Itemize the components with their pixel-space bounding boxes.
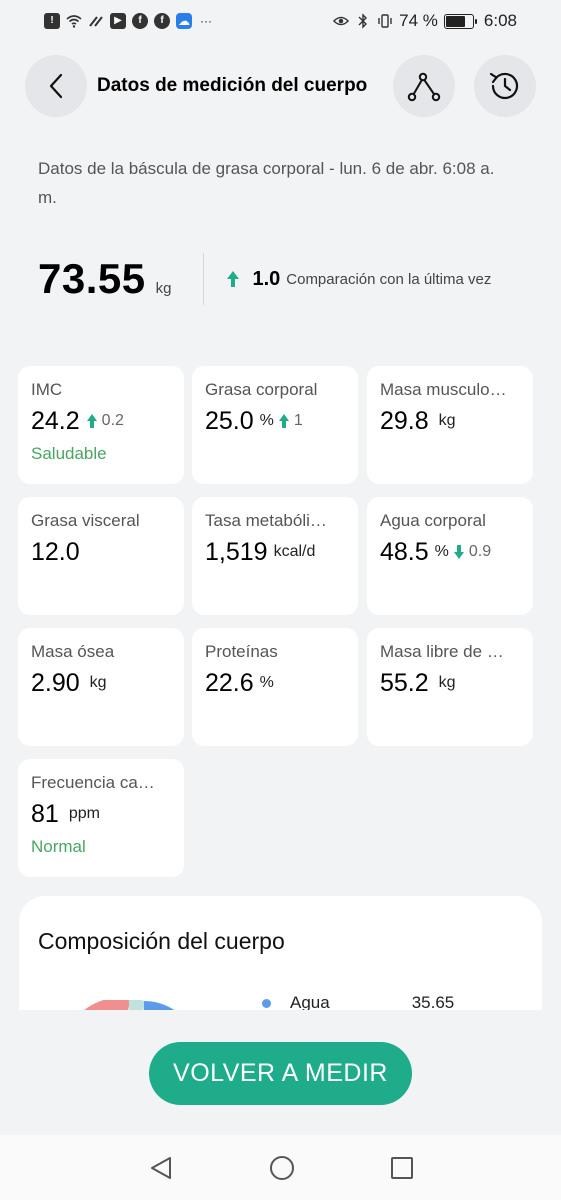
bluetooth-icon [355, 13, 371, 29]
metric-value: 2.90 [31, 668, 80, 697]
metric-label: Agua corporal [380, 511, 486, 530]
battery-icon [443, 13, 477, 29]
eye-icon [333, 13, 350, 29]
metric-label: Grasa visceral [31, 511, 140, 530]
history-icon [489, 72, 519, 100]
wifi-icon [66, 13, 82, 29]
metric-delta: 0.2 [86, 412, 124, 430]
trend-icon [407, 72, 441, 102]
metric-unit: kg [89, 674, 107, 691]
metric-label: Frecuencia ca… [31, 773, 155, 792]
arrow-up-icon [278, 414, 289, 428]
metric-card-bone-mass[interactable]: Masa ósea 2.90 kg [18, 628, 184, 746]
arrow-up-icon [86, 414, 97, 428]
arrow-up-icon [227, 271, 240, 287]
header: Datos de medición del cuerpo [25, 55, 536, 117]
metric-delta: 1 [278, 412, 303, 430]
weight-change: 1.0 [252, 267, 281, 290]
metric-label: Proteínas [205, 642, 278, 661]
page-title: Datos de medición del cuerpo [97, 75, 368, 96]
metric-unit: ppm [68, 805, 100, 822]
battery-percent: 74 % [399, 11, 438, 30]
weight-summary: 73.55 kg 1.0 Comparación con la última v… [38, 252, 538, 306]
metric-value: 24.2 [31, 406, 80, 435]
metric-status: Saludable [31, 444, 107, 463]
weight-value: 73.55 [38, 255, 146, 302]
metric-label: Grasa corporal [205, 380, 318, 399]
alert-icon: ! [44, 13, 60, 29]
facebook-icon: f [132, 13, 148, 29]
metric-value: 25.0 [205, 406, 254, 435]
metric-card-muscle-mass[interactable]: Masa musculo… 29.8 kg [367, 366, 533, 484]
metric-unit: kcal/d [273, 543, 316, 560]
metric-card-body-fat[interactable]: Grasa corporal 25.0 % 1 [192, 366, 358, 484]
metric-value: 81 [31, 799, 59, 828]
cloud-icon: ☁ [176, 13, 192, 29]
clock: 6:08 [483, 11, 517, 30]
divider [203, 253, 205, 305]
metric-value: 1,519 [205, 537, 268, 566]
metric-label: Tasa metabóli… [205, 511, 327, 530]
metric-card-protein[interactable]: Proteínas 22.6 % [192, 628, 358, 746]
metric-value: 12.0 [31, 537, 80, 566]
status-bar: ! ▶ f f ☁ ··· 74 % 6:08 [0, 0, 561, 42]
system-nav-bar [0, 1135, 561, 1200]
bottom-action-area: VOLVER A MEDIR [0, 1010, 561, 1135]
metric-card-fat-free-mass[interactable]: Masa libre de … 55.2 kg [367, 628, 533, 746]
more-icon: ··· [200, 14, 212, 28]
metric-value: 48.5 [380, 537, 429, 566]
circle-home-icon[interactable] [269, 1155, 295, 1181]
battery-level [445, 15, 466, 27]
chevron-left-icon [49, 73, 63, 99]
metric-status: Normal [31, 837, 86, 856]
section-title: Composición del cuerpo [38, 928, 285, 954]
metric-label: IMC [31, 380, 63, 399]
legend-dot [262, 998, 271, 1008]
facebook-icon: f [154, 13, 170, 29]
metric-label: Masa ósea [31, 642, 115, 661]
weight-unit: kg [155, 279, 172, 297]
metric-card-imc[interactable]: IMC 24.2 0.2 Saludable [18, 366, 184, 484]
weight-change-label: Comparación con la última vez [286, 270, 492, 288]
metric-value: 29.8 [380, 406, 429, 435]
metric-delta: 0.9 [453, 543, 491, 561]
delta-value: 1 [293, 412, 303, 429]
link-icon [88, 13, 104, 29]
status-icons-right: 74 % 6:08 [333, 11, 517, 31]
metric-unit: % [259, 412, 274, 429]
measure-again-button[interactable]: VOLVER A MEDIR [149, 1042, 412, 1105]
metric-value: 55.2 [380, 668, 429, 697]
metric-value: 22.6 [205, 668, 254, 697]
metric-unit: kg [438, 674, 456, 691]
back-button[interactable] [25, 55, 87, 117]
metric-label: Masa libre de … [380, 642, 504, 661]
metric-label: Masa musculo… [380, 380, 507, 399]
delta-value: 0.2 [101, 412, 124, 429]
metric-unit: % [434, 543, 449, 560]
vibrate-icon [377, 13, 393, 29]
header-actions [393, 55, 536, 117]
triangle-back-icon[interactable] [148, 1155, 174, 1181]
metric-card-heart-rate[interactable]: Frecuencia ca… 81 ppm Normal [18, 759, 184, 877]
metric-card-visceral-fat[interactable]: Grasa visceral 12.0 [18, 497, 184, 615]
metric-card-metabolic-rate[interactable]: Tasa metabóli… 1,519 kcal/d [192, 497, 358, 615]
metric-unit: % [259, 674, 274, 691]
metric-card-body-water[interactable]: Agua corporal 48.5 % 0.9 [367, 497, 533, 615]
trend-button[interactable] [393, 55, 455, 117]
arrow-down-icon [453, 545, 464, 559]
delta-value: 0.9 [468, 543, 492, 560]
status-icons-left: ! ▶ f f ☁ ··· [44, 13, 214, 29]
source-description: Datos de la báscula de grasa corporal - … [38, 159, 495, 207]
square-recents-icon[interactable] [390, 1156, 414, 1180]
metric-unit: kg [438, 412, 456, 429]
history-button[interactable] [474, 55, 536, 117]
youtube-icon: ▶ [110, 13, 126, 29]
